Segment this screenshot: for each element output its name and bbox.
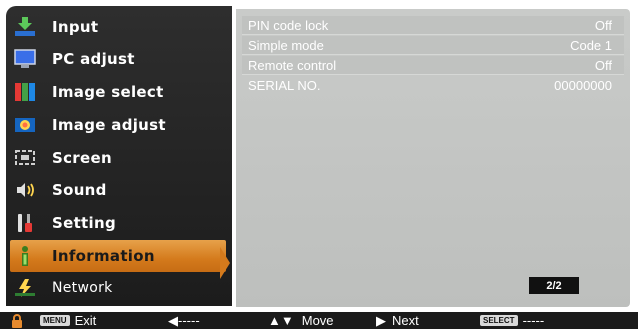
menu-item-label: Information <box>52 247 155 265</box>
projector-osd: Input PC adjust Image select Image adjus… <box>0 0 638 329</box>
sound-icon <box>12 179 38 201</box>
info-row-pin-code-lock: PIN code lock Off <box>242 16 624 35</box>
menu-item-label: Image select <box>52 83 164 101</box>
exit-label: Exit <box>74 313 97 328</box>
menu-item-label: Sound <box>52 181 107 199</box>
lock-icon <box>10 312 24 329</box>
exit-hint: MENU Exit <box>40 312 96 329</box>
menu-item-input[interactable]: Input <box>6 11 228 43</box>
menu-item-label: PC adjust <box>52 50 135 68</box>
menu-item-screen[interactable]: Screen <box>6 142 228 174</box>
info-row-value: Off <box>594 17 612 33</box>
info-row-remote-control: Remote control Off <box>242 56 624 75</box>
menu-item-sound[interactable]: Sound <box>6 174 228 206</box>
select-dashes: ----- <box>522 313 545 328</box>
menu-item-pc-adjust[interactable]: PC adjust <box>6 43 228 75</box>
info-row-label: SERIAL NO. <box>248 78 321 93</box>
menu-key-icon: MENU <box>40 315 70 326</box>
main-menu: Input PC adjust Image select Image adjus… <box>6 6 232 306</box>
menu-item-label: Screen <box>52 149 112 167</box>
info-row-value: Off <box>594 57 612 73</box>
information-panel: PIN code lock Off Simple mode Code 1 Rem… <box>236 9 630 307</box>
screen-icon <box>12 147 38 169</box>
guide-bar: MENU Exit ◀----- ▲▼ Move ▶ Next SELECT -… <box>0 312 638 329</box>
info-row-value: 00000000 <box>554 78 612 93</box>
select-key-icon: SELECT <box>480 315 518 326</box>
info-row-label: Simple mode <box>248 37 324 53</box>
next-label: Next <box>392 313 419 328</box>
image-select-icon <box>12 81 38 103</box>
network-icon <box>12 277 38 299</box>
select-hint: SELECT ----- <box>480 312 544 329</box>
page-indicator: 2/2 <box>529 277 579 294</box>
updown-arrow-icon: ▲▼ <box>268 313 294 328</box>
input-icon <box>12 16 38 38</box>
info-row-label: Remote control <box>248 57 337 73</box>
setting-icon <box>12 212 38 234</box>
back-hint: ◀----- <box>168 312 200 328</box>
menu-item-label: Image adjust <box>52 116 166 134</box>
info-row-serial-no: SERIAL NO. 00000000 <box>242 76 624 95</box>
image-adjust-icon <box>12 114 38 136</box>
menu-item-network[interactable]: Network <box>6 272 228 304</box>
right-arrow-icon: ▶ <box>376 312 386 328</box>
menu-item-label: Setting <box>52 214 116 232</box>
info-row-value: Code 1 <box>570 37 612 53</box>
move-label: Move <box>301 313 334 328</box>
menu-item-setting[interactable]: Setting <box>6 207 228 239</box>
menu-item-image-adjust[interactable]: Image adjust <box>6 109 228 141</box>
menu-item-label: Input <box>52 18 99 36</box>
move-hint: ▲▼ Move <box>268 312 334 329</box>
menu-item-label: Network <box>52 280 113 296</box>
info-row-label: PIN code lock <box>248 17 329 33</box>
info-row-simple-mode: Simple mode Code 1 <box>242 36 624 55</box>
next-hint: ▶ Next <box>376 312 419 329</box>
selection-pointer <box>220 247 230 279</box>
pc-adjust-icon <box>12 48 38 70</box>
menu-item-image-select[interactable]: Image select <box>6 76 228 108</box>
information-icon <box>12 245 38 267</box>
menu-item-information[interactable]: Information <box>10 240 226 272</box>
